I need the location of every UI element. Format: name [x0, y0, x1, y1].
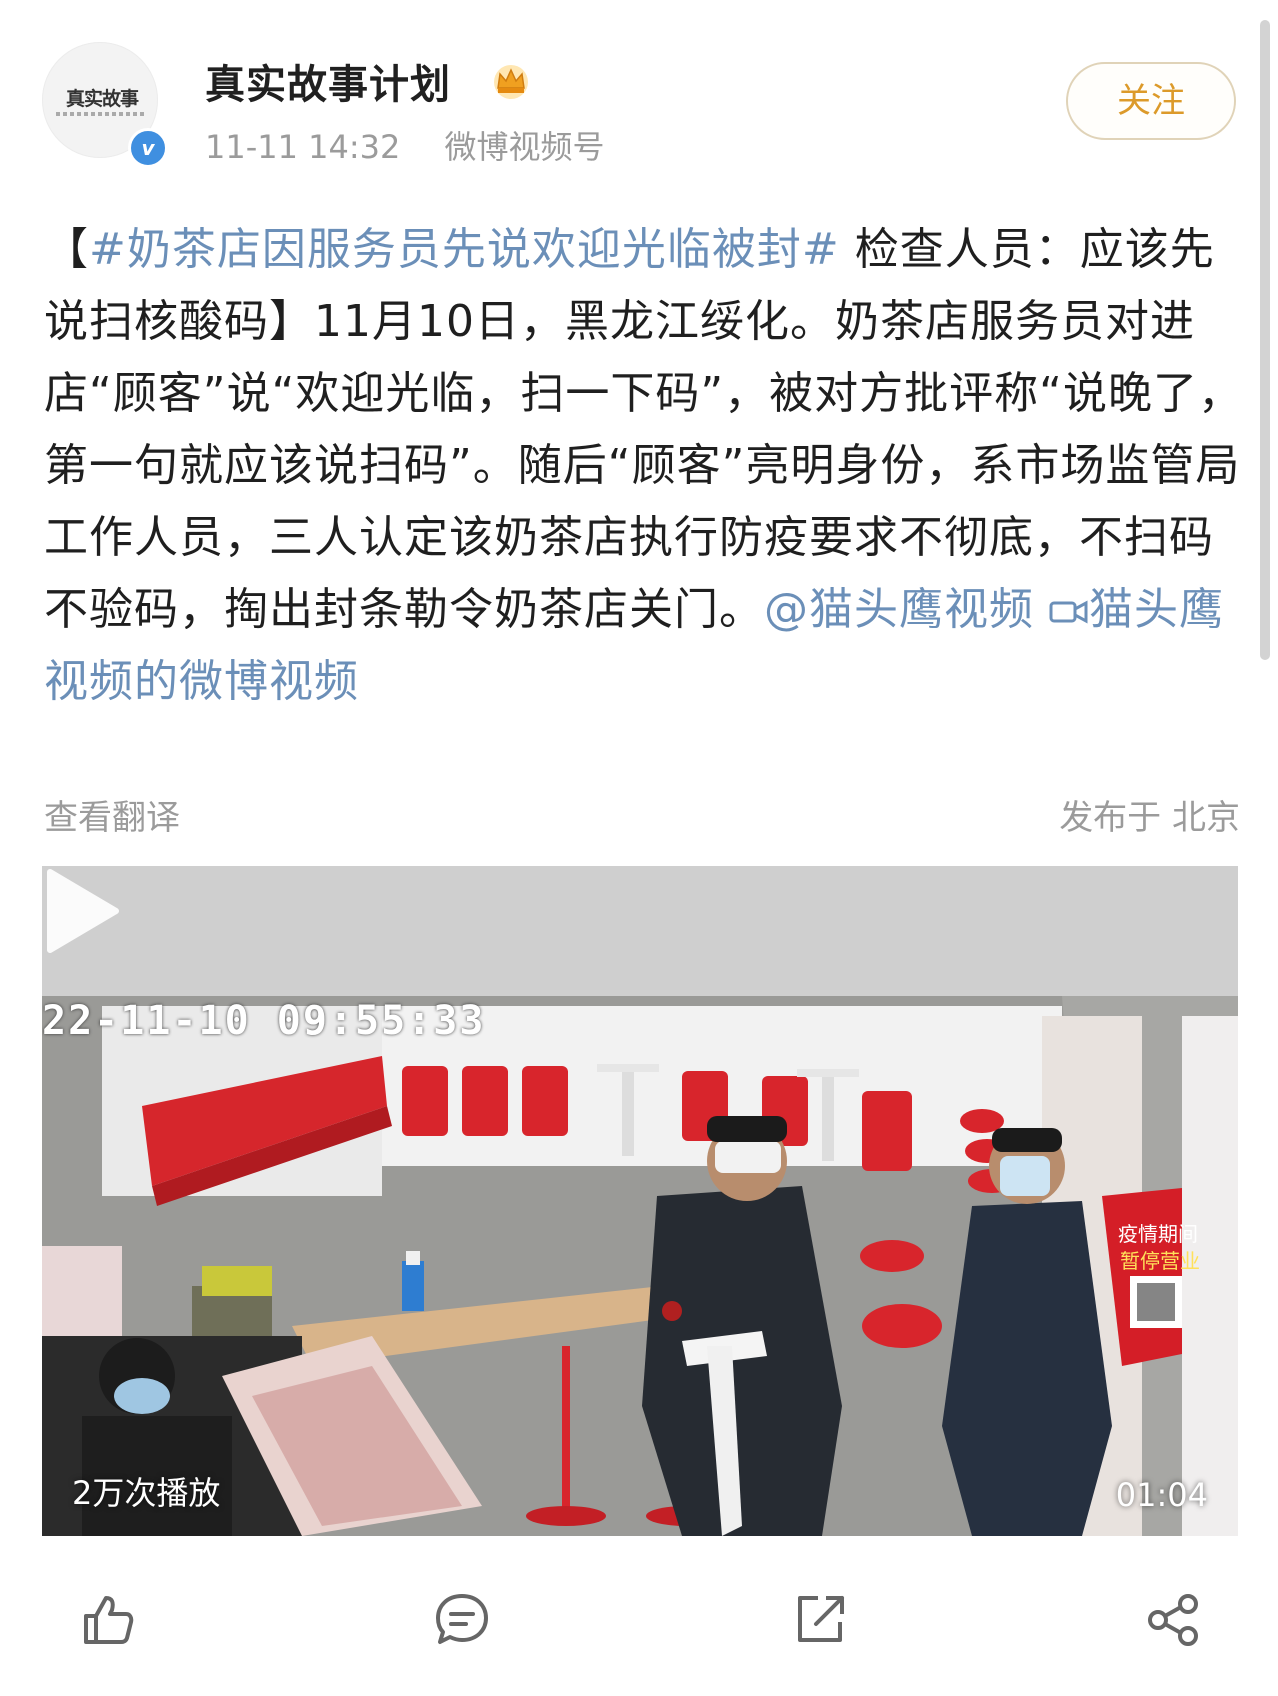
post-location: 发布于 北京: [1059, 798, 1240, 838]
sign-text-2: 暂停营业: [1120, 1249, 1200, 1273]
comment-icon[interactable]: [432, 1590, 492, 1650]
post-footer-row: 查看翻译 发布于 北京: [44, 790, 1240, 839]
crown-icon: [494, 65, 528, 99]
thumbs-up-icon[interactable]: [78, 1590, 138, 1650]
follow-button[interactable]: 关注: [1066, 62, 1236, 140]
post-content: 检查人员：应该先说扫核酸码】11月10日，黑龙江绥化。奶茶店服务员对进店“顾客”…: [44, 224, 1243, 635]
post-body: 【#奶茶店因服务员先说欢迎光临被封# 检查人员：应该先说扫核酸码】11月10日，…: [44, 214, 1244, 718]
video-player[interactable]: 疫情期间 暂停营业 22-11-10 09:55:33 2万次播放 01:04: [42, 866, 1238, 1536]
more-share-icon[interactable]: [1144, 1590, 1204, 1650]
avatar-logo: 真实故事: [65, 88, 139, 110]
video-frame: 疫情期间 暂停营业: [42, 866, 1238, 1536]
post-header: 真实故事 v 真实故事计划 11-11 14:32 微博视频号 关注: [0, 0, 1278, 180]
share-icon[interactable]: [790, 1590, 850, 1650]
play-count: 2万次播放: [72, 1474, 221, 1512]
avatar-logo-sub: [56, 112, 146, 116]
sign-text-1: 疫情期间: [1118, 1222, 1198, 1246]
post-time: 11-11 14:32: [205, 128, 401, 166]
mention-link[interactable]: @猫头鹰视频: [764, 584, 1034, 635]
video-duration: 01:04: [1115, 1476, 1208, 1514]
translate-link[interactable]: 查看翻译: [44, 798, 180, 838]
verified-badge-icon: v: [128, 128, 168, 168]
bracket-open: 【: [44, 224, 89, 275]
action-toolbar: [0, 1566, 1278, 1676]
author-name[interactable]: 真实故事计划: [205, 52, 451, 110]
play-icon[interactable]: [42, 866, 122, 956]
post-source[interactable]: 微博视频号: [445, 128, 605, 166]
cctv-timestamp: 22-11-10 09:55:33: [42, 998, 486, 1044]
video-camera-icon: [1049, 600, 1088, 624]
post-meta: 11-11 14:32 微博视频号: [205, 122, 605, 168]
hashtag-link[interactable]: #奶茶店因服务员先说欢迎光临被封#: [89, 224, 840, 275]
